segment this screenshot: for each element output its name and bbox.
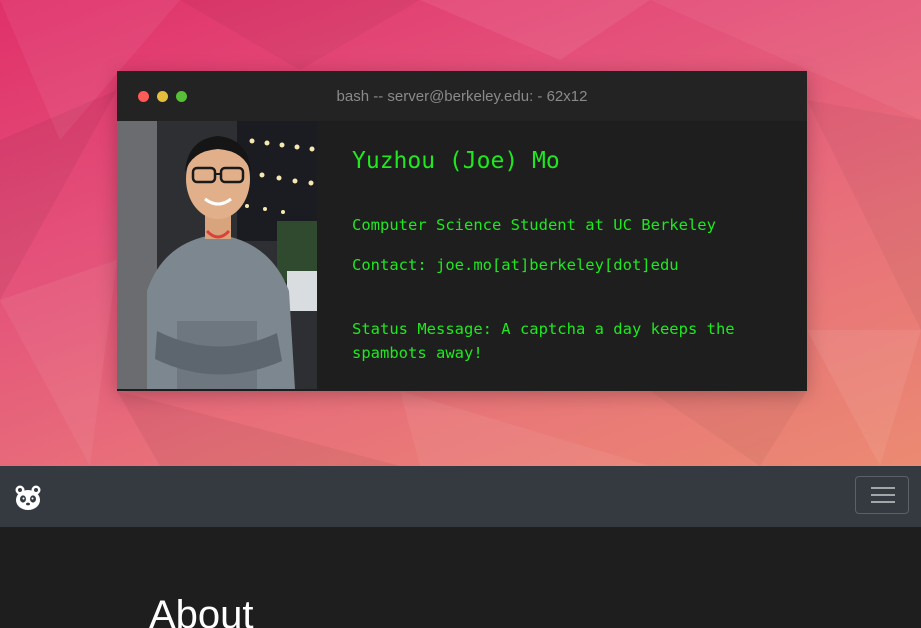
terminal-titlebar: bash -- server@berkeley.edu: - 62x12 bbox=[117, 71, 807, 121]
profile-photo bbox=[117, 121, 317, 389]
contact-info: Contact: joe.mo[at]berkeley[dot]edu bbox=[352, 256, 679, 274]
main-content: About bbox=[0, 527, 921, 628]
home-link[interactable] bbox=[14, 484, 42, 512]
hamburger-menu-icon-bar bbox=[871, 494, 895, 496]
navbar bbox=[0, 466, 921, 527]
hamburger-menu-icon bbox=[871, 487, 895, 489]
terminal-window: bash -- server@berkeley.edu: - 62x12 Yuz… bbox=[117, 71, 807, 391]
profile-name: Yuzhou (Joe) Mo bbox=[352, 148, 560, 174]
panda-icon bbox=[15, 485, 41, 510]
hamburger-menu-icon-bar bbox=[871, 501, 895, 503]
profile-description: Computer Science Student at UC Berkeley bbox=[352, 216, 716, 234]
menu-toggle-button[interactable] bbox=[855, 476, 909, 514]
hero-banner: bash -- server@berkeley.edu: - 62x12 Yuz… bbox=[0, 0, 921, 466]
terminal-title: bash -- server@berkeley.edu: - 62x12 bbox=[336, 88, 588, 105]
status-message: Status Message: A captcha a day keeps th… bbox=[352, 320, 735, 362]
section-title: About bbox=[149, 593, 254, 628]
